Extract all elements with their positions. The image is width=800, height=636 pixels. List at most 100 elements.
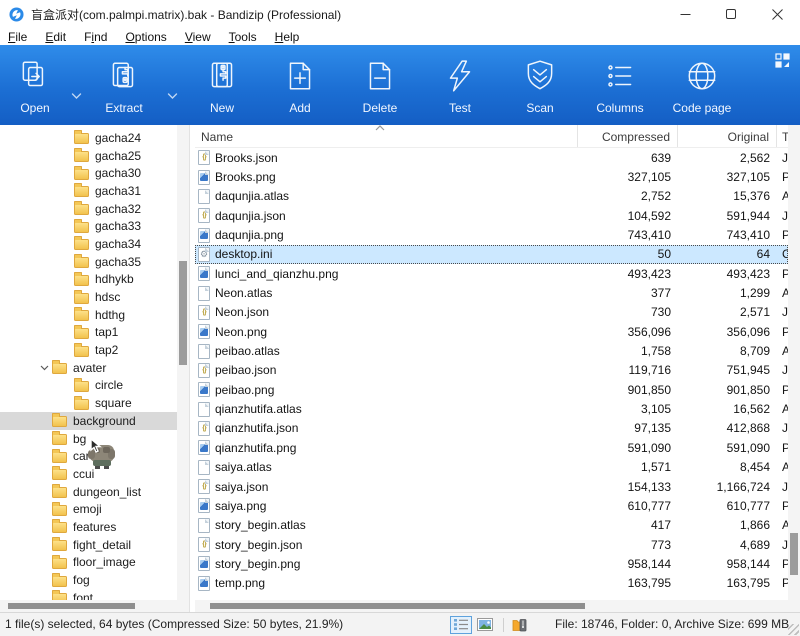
- scan-button[interactable]: Scan: [500, 45, 580, 125]
- file-row-Neon.json[interactable]: Neon.json7302,571J: [195, 303, 788, 322]
- file-row-Neon.png[interactable]: Neon.png356,096356,096P: [195, 322, 788, 341]
- archive-folder-icon[interactable]: [509, 616, 531, 634]
- sidebar-item-emoji[interactable]: emoji: [0, 500, 177, 518]
- preview-icon[interactable]: [474, 616, 496, 634]
- add-file-icon: [282, 55, 318, 97]
- column-header-original[interactable]: Original: [678, 125, 777, 147]
- file-row-temp.png[interactable]: temp.png163,795163,795P: [195, 574, 788, 593]
- file-row-lunci_and_qianzhu.png[interactable]: lunci_and_qianzhu.png493,423493,423P: [195, 264, 788, 283]
- file-row-Brooks.json[interactable]: Brooks.json6392,562J: [195, 148, 788, 167]
- sidebar-item-gacha32[interactable]: gacha32: [0, 200, 177, 218]
- file-row-story_begin.json[interactable]: story_begin.json7734,689J: [195, 535, 788, 554]
- expand-chevron-icon[interactable]: [36, 365, 52, 371]
- sidebar-item-circle[interactable]: circle: [0, 377, 177, 395]
- dropdown-chevron-icon[interactable]: [64, 45, 88, 125]
- file-row-qianzhutifa.png[interactable]: qianzhutifa.png591,090591,090P: [195, 438, 788, 457]
- file-type-cell: P: [777, 557, 788, 571]
- sidebar-item-hdsc[interactable]: hdsc: [0, 288, 177, 306]
- file-row-Brooks.png[interactable]: Brooks.png327,105327,105P: [195, 167, 788, 186]
- sidebar-item-gacha34[interactable]: gacha34: [0, 235, 177, 253]
- file-row-qianzhutifa.json[interactable]: qianzhutifa.json97,135412,868J: [195, 419, 788, 438]
- sidebar-item-fight_detail[interactable]: fight_detail: [0, 536, 177, 554]
- sidebar-item-tap2[interactable]: tap2: [0, 341, 177, 359]
- close-button[interactable]: [754, 0, 800, 28]
- sidebar-item-gacha25[interactable]: gacha25: [0, 147, 177, 165]
- file-row-story_begin.png[interactable]: story_begin.png958,144958,144P: [195, 554, 788, 573]
- menu-file[interactable]: File: [8, 30, 27, 44]
- compressed-size-cell: 958,144: [578, 557, 678, 571]
- json-file-icon: [198, 305, 210, 320]
- file-row-daqunjia.json[interactable]: daqunjia.json104,592591,944J: [195, 206, 788, 225]
- sidebar-item-tap1[interactable]: tap1: [0, 324, 177, 342]
- file-row-saiya.json[interactable]: saiya.json154,1331,166,724J: [195, 477, 788, 496]
- menu-tools[interactable]: Tools: [229, 30, 257, 44]
- file-row-peibao.json[interactable]: peibao.json119,716751,945J: [195, 361, 788, 380]
- compressed-size-cell: 163,795: [578, 576, 678, 590]
- sidebar-item-gacha35[interactable]: gacha35: [0, 253, 177, 271]
- sidebar-item-gacha24[interactable]: gacha24: [0, 129, 177, 147]
- atlas-file-icon: [198, 460, 210, 475]
- file-row-daqunjia.png[interactable]: daqunjia.png743,410743,410P: [195, 225, 788, 244]
- menu-help[interactable]: Help: [275, 30, 300, 44]
- columns-button[interactable]: Columns: [580, 45, 660, 125]
- sidebar-item-label: tap1: [95, 325, 118, 339]
- sidebar-item-card[interactable]: card: [0, 447, 177, 465]
- file-row-daqunjia.atlas[interactable]: daqunjia.atlas2,75215,376A: [195, 187, 788, 206]
- minimize-button[interactable]: [662, 0, 708, 28]
- list-horizontal-scrollbar[interactable]: [195, 600, 788, 612]
- sidebar-item-fog[interactable]: fog: [0, 571, 177, 589]
- tree-vertical-scrollbar[interactable]: [177, 125, 189, 600]
- code-page-button[interactable]: Code page: [660, 45, 744, 125]
- file-row-saiya.atlas[interactable]: saiya.atlas1,5718,454A: [195, 458, 788, 477]
- list-vertical-scrollbar[interactable]: [788, 125, 800, 600]
- menu-view[interactable]: View: [185, 30, 211, 44]
- sidebar-item-gacha31[interactable]: gacha31: [0, 182, 177, 200]
- sidebar-item-avater[interactable]: avater: [0, 359, 177, 377]
- compressed-size-cell: 119,716: [578, 363, 678, 377]
- test-button[interactable]: Test: [420, 45, 500, 125]
- tree-horizontal-scrollbar[interactable]: [0, 600, 177, 612]
- customize-toolbar-icon[interactable]: [775, 53, 790, 73]
- sidebar-item-hdhykb[interactable]: hdhykb: [0, 271, 177, 289]
- file-name: Brooks.png: [215, 170, 276, 184]
- file-row-qianzhutifa.atlas[interactable]: qianzhutifa.atlas3,10516,562A: [195, 399, 788, 418]
- menu-options[interactable]: Options: [125, 30, 166, 44]
- file-name: desktop.ini: [215, 247, 272, 261]
- sidebar-item-ccui[interactable]: ccui: [0, 465, 177, 483]
- sidebar-item-dungeon_list[interactable]: dungeon_list: [0, 483, 177, 501]
- file-row-peibao.png[interactable]: peibao.png901,850901,850P: [195, 380, 788, 399]
- file-row-story_begin.atlas[interactable]: story_begin.atlas4171,866A: [195, 516, 788, 535]
- delete-button[interactable]: Delete: [340, 45, 420, 125]
- file-row-peibao.atlas[interactable]: peibao.atlas1,7588,709A: [195, 341, 788, 360]
- sidebar-item-background[interactable]: background: [0, 412, 177, 430]
- file-row-saiya.png[interactable]: saiya.png610,777610,777P: [195, 496, 788, 515]
- column-header-type[interactable]: T: [777, 125, 788, 147]
- add-button[interactable]: Add: [260, 45, 340, 125]
- file-type-cell: P: [777, 170, 788, 184]
- extract-button[interactable]: Extract: [88, 45, 160, 125]
- sidebar-item-floor_image[interactable]: floor_image: [0, 554, 177, 572]
- open-button[interactable]: Open: [6, 45, 64, 125]
- file-row-desktop.ini[interactable]: desktop.ini5064C: [195, 245, 788, 264]
- details-view-icon[interactable]: [450, 616, 472, 634]
- sidebar-item-bg[interactable]: bg: [0, 430, 177, 448]
- menu-find[interactable]: Find: [84, 30, 107, 44]
- menu-edit[interactable]: Edit: [45, 30, 66, 44]
- column-header-compressed[interactable]: Compressed: [578, 125, 678, 147]
- sidebar-item-square[interactable]: square: [0, 394, 177, 412]
- sidebar-item-gacha30[interactable]: gacha30: [0, 164, 177, 182]
- new-button[interactable]: New: [184, 45, 260, 125]
- file-name: daqunjia.png: [215, 228, 284, 242]
- file-row-Neon.atlas[interactable]: Neon.atlas3771,299A: [195, 283, 788, 302]
- resize-grip[interactable]: [788, 624, 799, 635]
- column-header-name[interactable]: Name: [195, 125, 578, 147]
- maximize-button[interactable]: [708, 0, 754, 28]
- sidebar-item-features[interactable]: features: [0, 518, 177, 536]
- compressed-size-cell: 356,096: [578, 325, 678, 339]
- sidebar-item-font[interactable]: font: [0, 589, 177, 600]
- folder-icon: [74, 257, 89, 268]
- sidebar-item-hdthg[interactable]: hdthg: [0, 306, 177, 324]
- compressed-size-cell: 1,571: [578, 460, 678, 474]
- dropdown-chevron-icon[interactable]: [160, 45, 184, 125]
- sidebar-item-gacha33[interactable]: gacha33: [0, 217, 177, 235]
